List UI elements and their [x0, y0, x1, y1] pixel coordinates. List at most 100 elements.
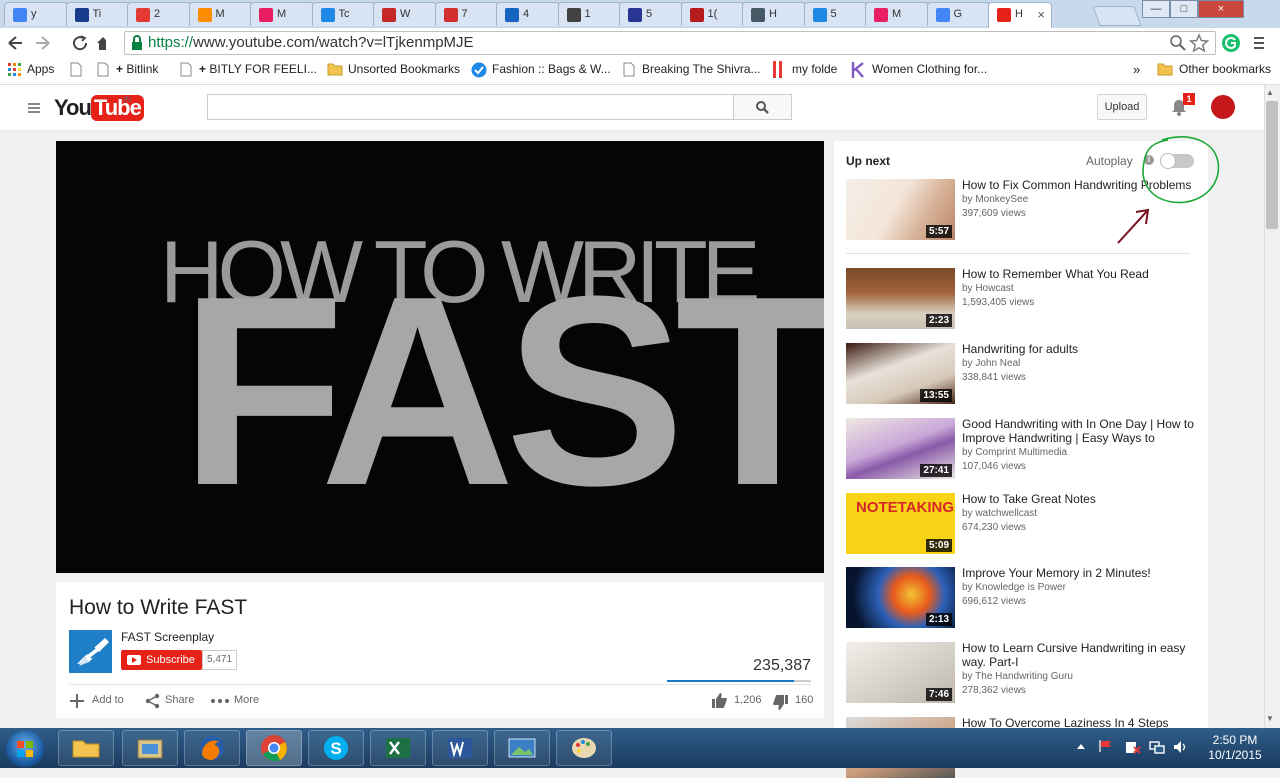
bookmark-label: Bitlink [126, 62, 159, 76]
tray-action-center-icon[interactable] [1125, 739, 1141, 755]
show-hidden-icons-arrow[interactable] [1076, 742, 1086, 750]
up-next-heading: Up next [846, 154, 891, 168]
bookmark-fashion[interactable]: Fashion :: Bags & W... [492, 62, 611, 76]
browser-tab[interactable]: M [865, 2, 929, 26]
recommendation-title[interactable]: Good Handwriting with In One Day | How t… [962, 417, 1194, 445]
reload-icon[interactable] [73, 35, 88, 51]
taskbar-library[interactable] [122, 730, 178, 766]
logo-tube: Tube [90, 95, 144, 121]
video-thumbnail[interactable]: 2:23 [846, 268, 955, 329]
browser-tab[interactable]: M [188, 2, 253, 26]
pen-logo-icon [77, 638, 109, 666]
bookmark-star-icon[interactable] [1189, 33, 1209, 53]
tray-flag-icon[interactable] [1098, 739, 1114, 753]
bookmark-bitlink[interactable]: + Bitlink [116, 62, 158, 76]
video-thumbnail[interactable]: 2:13 [846, 567, 955, 628]
bookmark-breaking[interactable]: Breaking The Shivra... [642, 62, 761, 76]
recommendation-title[interactable]: How to Learn Cursive Handwriting in easy… [962, 641, 1194, 669]
tray-network-icon[interactable] [1149, 739, 1165, 755]
recommendation-title[interactable]: Handwriting for adults [962, 342, 1194, 356]
browser-tab[interactable]: W [373, 2, 437, 26]
taskbar-picture-viewer[interactable] [494, 730, 550, 766]
new-tab-button[interactable] [1092, 6, 1142, 26]
browser-tab[interactable]: 4 [496, 2, 560, 26]
maximize-button[interactable]: □ [1170, 0, 1198, 18]
tray-volume-icon[interactable] [1172, 739, 1188, 755]
video-overlay-line2: FAST [180, 241, 824, 542]
taskbar-paint[interactable] [556, 730, 612, 766]
channel-avatar[interactable] [69, 630, 112, 673]
browser-tab[interactable]: H × [988, 2, 1052, 28]
search-input[interactable] [207, 94, 734, 120]
back-icon[interactable] [8, 36, 22, 50]
browser-tab[interactable]: 5 [619, 2, 683, 26]
menu-icon[interactable] [1254, 36, 1264, 52]
zoom-search-icon[interactable] [1170, 35, 1186, 51]
guide-menu-icon[interactable] [28, 102, 42, 114]
video-thumbnail[interactable]: 5:57 [846, 179, 955, 240]
start-button[interactable] [6, 731, 44, 767]
tab-favicon-icon [997, 8, 1011, 22]
page-icon [180, 62, 192, 77]
video-player[interactable]: HOW TO WRITE FAST [56, 141, 824, 573]
recommendation-title[interactable]: How to Remember What You Read [962, 267, 1194, 281]
grammarly-extension-icon[interactable] [1221, 33, 1241, 53]
video-thumbnail[interactable]: NOTETAKING 5:09 [846, 493, 955, 554]
upload-button[interactable]: Upload [1097, 94, 1147, 120]
browser-tab[interactable]: 1 [557, 2, 622, 26]
taskbar-clock[interactable]: 2:50 PM 10/1/2015 [1190, 733, 1280, 763]
bookmarks-overflow[interactable]: » [1133, 62, 1140, 77]
add-to-button[interactable]: Add to [92, 694, 124, 706]
scrollbar-thumb[interactable] [1266, 101, 1278, 229]
recommendation-title[interactable]: Improve Your Memory in 2 Minutes! [962, 566, 1194, 580]
like-count: 1,206 [734, 694, 762, 706]
more-dots-icon [211, 699, 229, 703]
taskbar-skype[interactable]: S [308, 730, 364, 766]
bookmark-my-folde[interactable]: my folde [792, 62, 837, 76]
lock-icon [132, 35, 142, 50]
video-thumbnail[interactable]: 13:55 [846, 343, 955, 404]
browser-tab[interactable]: 5 [803, 2, 868, 26]
more-button[interactable]: More [234, 694, 259, 706]
bookmark-other[interactable]: Other bookmarks [1179, 62, 1271, 76]
scroll-down-arrow[interactable]: ▼ [1266, 714, 1274, 723]
taskbar-word[interactable] [432, 730, 488, 766]
browser-tab[interactable]: 2 [127, 2, 191, 26]
browser-tab[interactable]: Tc [311, 2, 376, 26]
bookmark-women-clothing[interactable]: Women Clothing for... [872, 62, 987, 76]
tab-favicon-icon [136, 8, 150, 22]
taskbar-excel[interactable] [370, 730, 426, 766]
thumbs-up-icon[interactable] [711, 692, 728, 709]
minimize-button[interactable]: — [1142, 0, 1170, 18]
bookmark-bitly[interactable]: + BITLY FOR FEELI... [199, 62, 317, 76]
taskbar-explorer[interactable] [58, 730, 114, 766]
user-avatar[interactable] [1211, 95, 1235, 119]
bookmark-unsorted[interactable]: Unsorted Bookmarks [348, 62, 460, 76]
thumbs-down-icon[interactable] [772, 694, 789, 711]
share-button[interactable]: Share [165, 694, 194, 706]
bookmark-apps[interactable]: Apps [27, 62, 54, 76]
window-close-button[interactable]: × [1198, 0, 1244, 18]
video-thumbnail[interactable]: 27:41 [846, 418, 955, 479]
browser-tab[interactable]: y [4, 2, 68, 26]
browser-tab[interactable]: 1( [680, 2, 745, 26]
taskbar-chrome[interactable] [246, 730, 302, 766]
subscribe-button[interactable]: Subscribe [121, 650, 202, 670]
home-icon[interactable] [97, 37, 106, 50]
video-thumbnail[interactable]: 7:46 [846, 642, 955, 703]
browser-tab[interactable]: M [250, 2, 314, 26]
browser-tab[interactable]: G [926, 2, 991, 26]
scroll-up-arrow[interactable]: ▲ [1266, 88, 1274, 97]
youtube-logo[interactable]: You Tube IN [54, 95, 144, 121]
browser-tab[interactable]: 7 [434, 2, 499, 26]
recommendation-title[interactable]: How to Take Great Notes [962, 492, 1194, 506]
browser-tab[interactable]: H [742, 2, 806, 26]
tab-close-icon[interactable]: × [1037, 7, 1045, 22]
forward-icon[interactable] [36, 36, 50, 50]
tab-title: H [769, 8, 777, 20]
taskbar-firefox[interactable] [184, 730, 240, 766]
search-button[interactable] [733, 94, 792, 120]
word-icon [448, 738, 472, 758]
browser-tab[interactable]: Ti [65, 2, 130, 26]
channel-name[interactable]: FAST Screenplay [121, 630, 214, 644]
